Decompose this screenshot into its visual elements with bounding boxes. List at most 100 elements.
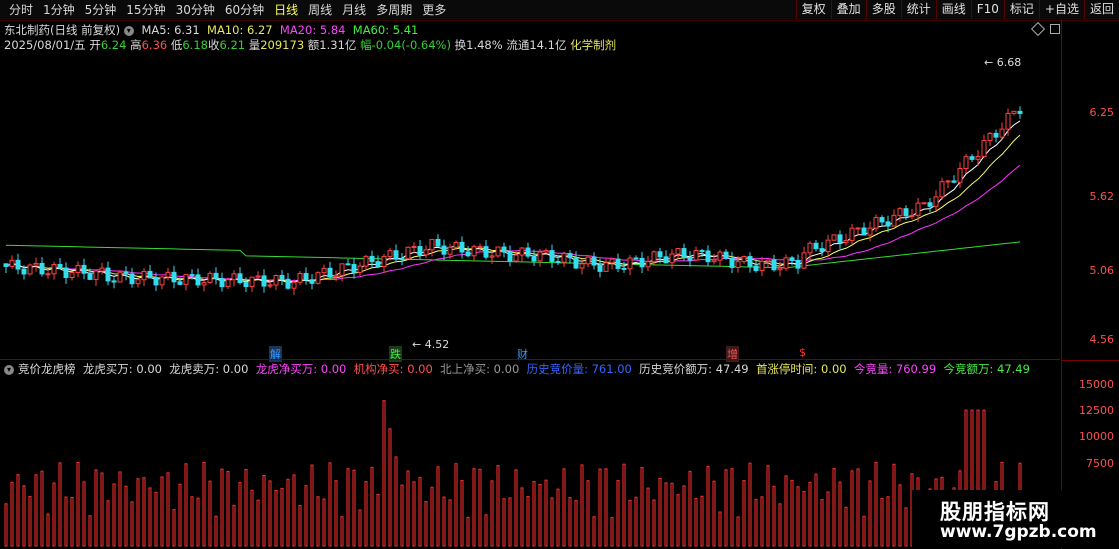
auction-volume-bar: [514, 469, 518, 547]
turnover-value: 换1.48%: [454, 38, 503, 52]
auction-volume-bar: [682, 485, 686, 547]
candle-body: [99, 267, 105, 272]
candle-body: [675, 248, 681, 255]
draw-line-button[interactable]: 画线: [935, 0, 971, 19]
add-watchlist-button[interactable]: +自选: [1038, 0, 1084, 19]
auction-volume-bar: [904, 507, 908, 547]
tab-60min[interactable]: 60分钟: [220, 2, 269, 18]
tab-monthly[interactable]: 月线: [337, 2, 371, 18]
auction-volume-bar: [628, 499, 632, 547]
ma5-value: MA5: 6.31: [141, 23, 200, 37]
f10-button[interactable]: F10: [970, 0, 1004, 19]
auction-volume-bar: [832, 468, 836, 547]
volume-histogram[interactable]: [0, 378, 1060, 548]
candle-body: [21, 268, 27, 275]
auction-volume-bar: [394, 456, 398, 547]
tab-daily[interactable]: 日线: [269, 2, 303, 18]
auction-volume-bar: [802, 491, 806, 547]
auction-volume-bar: [538, 483, 542, 547]
candle-body: [201, 281, 207, 286]
indicator-field: 历史竞价量: 761.00: [526, 362, 632, 376]
auction-volume-bar: [130, 501, 134, 547]
amount-value: 额1.31亿: [307, 38, 357, 52]
auction-volume-bar: [838, 481, 842, 547]
candle-body: [33, 262, 39, 266]
auction-volume-bar: [634, 496, 638, 547]
auction-volume-bar: [604, 468, 608, 547]
tab-1min[interactable]: 1分钟: [38, 2, 80, 18]
tab-multi-period[interactable]: 多周期: [371, 2, 417, 18]
back-button[interactable]: 返回: [1083, 0, 1119, 19]
sub-tick: 7500: [1086, 457, 1114, 470]
indicator-field: 今竞额万: 47.49: [943, 362, 1030, 376]
auction-volume-bar: [688, 470, 692, 547]
candle-body: [549, 250, 555, 262]
candle-body: [147, 270, 153, 279]
candle-body: [1011, 110, 1017, 114]
candle-body: [603, 262, 609, 272]
auction-volume-bar: [40, 470, 44, 547]
indicator-collapse-icon[interactable]: ▾: [4, 364, 14, 375]
multi-stock-button[interactable]: 多股: [865, 0, 901, 19]
auction-volume-bar: [256, 499, 260, 547]
fuquan-button[interactable]: 复权: [795, 0, 831, 19]
candle-body: [129, 273, 135, 285]
mark-button[interactable]: 标记: [1003, 0, 1039, 19]
auction-volume-bar: [442, 496, 446, 547]
auction-volume-bar: [772, 485, 776, 547]
auction-volume-bar: [796, 486, 800, 547]
auction-volume-bar: [322, 498, 326, 547]
collapse-icon[interactable]: ▾: [123, 25, 134, 36]
candle-body: [657, 251, 663, 258]
auction-volume-bar: [448, 499, 452, 547]
candle-body: [759, 260, 765, 272]
tab-more[interactable]: 更多: [417, 2, 451, 18]
price-tick: 5.06: [1089, 264, 1115, 277]
auction-volume-bar: [196, 497, 200, 547]
auction-volume-bar: [166, 472, 170, 547]
candle-body: [429, 238, 435, 251]
candle-body: [375, 261, 381, 267]
auction-volume-bar: [250, 489, 254, 547]
diamond-icon[interactable]: [1030, 21, 1046, 37]
candle-body: [105, 267, 111, 282]
sub-tick: 15000: [1079, 378, 1114, 391]
tab-weekly[interactable]: 周线: [303, 2, 337, 18]
candle-body: [1005, 112, 1011, 130]
candle-body: [291, 281, 297, 289]
candlestick-chart[interactable]: ← 4.52 ← 6.68: [0, 52, 1060, 356]
tab-30min[interactable]: 30分钟: [171, 2, 220, 18]
open-label: 开: [89, 38, 101, 52]
candle-body: [639, 257, 645, 268]
tab-5min[interactable]: 5分钟: [80, 2, 122, 18]
indicator-name[interactable]: 竞价龙虎榜: [18, 362, 76, 376]
candle-body: [609, 258, 615, 264]
candle-body: [477, 246, 483, 249]
window-icon[interactable]: [1050, 24, 1060, 34]
tab-15min[interactable]: 15分钟: [121, 2, 170, 18]
auction-volume-bar: [22, 485, 26, 547]
event-marker-dollar[interactable]: $: [798, 346, 807, 359]
candle-body: [453, 241, 459, 248]
candle-body: [729, 257, 735, 268]
auction-volume-bar: [754, 498, 758, 547]
auction-volume-bar: [508, 497, 512, 547]
auction-volume-bar: [454, 463, 458, 547]
auction-volume-bar: [418, 476, 422, 547]
price-tick: 4.56: [1089, 333, 1115, 346]
candle-body: [39, 262, 45, 275]
auction-volume-bar: [478, 468, 482, 547]
candle-body: [591, 256, 597, 266]
candle-body: [501, 246, 507, 253]
auction-volume-bar: [550, 497, 554, 547]
candle-body: [831, 234, 837, 241]
tab-fenshi[interactable]: 分时: [4, 2, 38, 18]
overlay-button[interactable]: 叠加: [830, 0, 866, 19]
candle-body: [117, 271, 123, 283]
stats-button[interactable]: 统计: [900, 0, 936, 19]
sub-tick: 10000: [1079, 430, 1114, 443]
candle-body: [189, 274, 195, 277]
candle-body: [861, 227, 867, 236]
candle-body: [27, 264, 33, 275]
open-value: 6.24: [100, 38, 127, 52]
